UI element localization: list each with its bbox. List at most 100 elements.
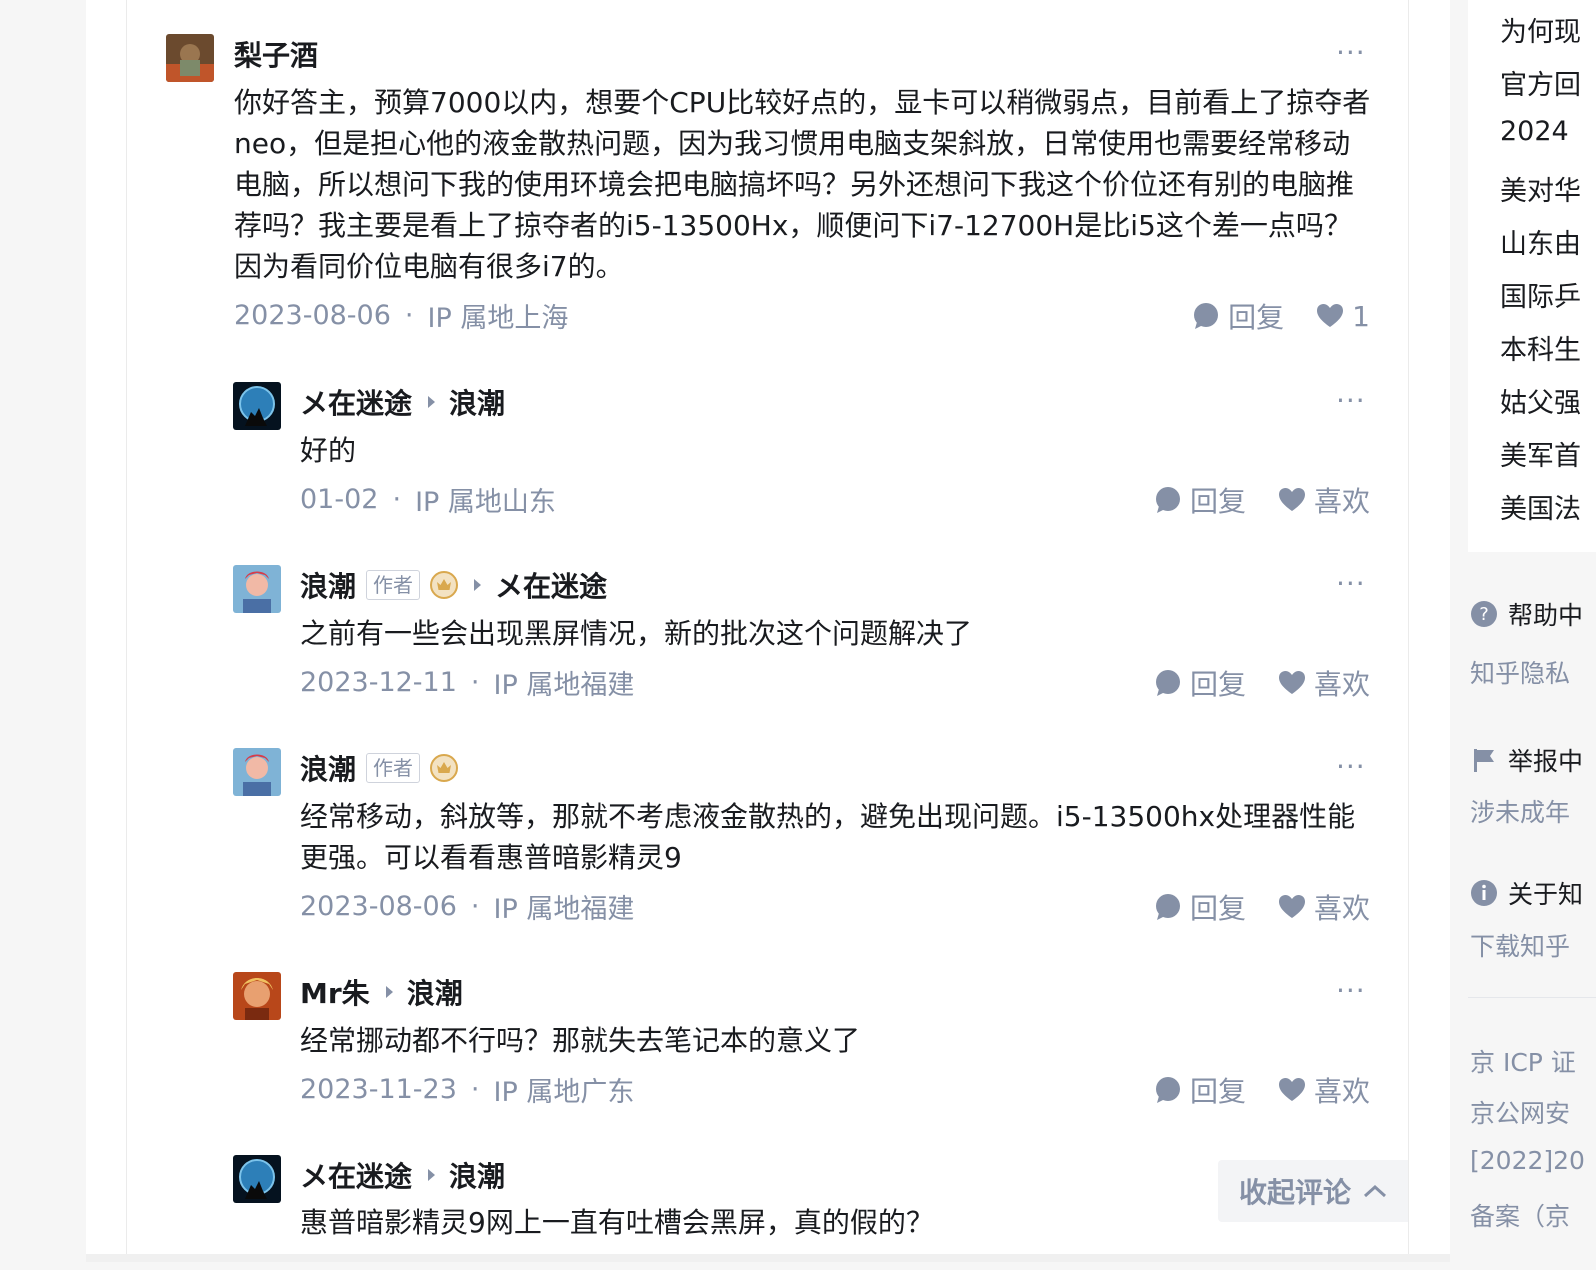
- heart-icon: [1278, 671, 1305, 694]
- heart-icon: [1278, 1078, 1305, 1101]
- filing-link[interactable]: 备案（京: [1470, 1197, 1570, 1233]
- heart-icon: [1317, 304, 1344, 327]
- flag-icon: [1474, 749, 1494, 772]
- public-security-link[interactable]: 京公网安: [1470, 1094, 1570, 1130]
- hot-list-item[interactable]: 国际乒: [1500, 275, 1581, 314]
- reply-header: メ在迷途 浪潮: [300, 1155, 505, 1195]
- comment-actions: 回复 1: [1192, 296, 1370, 336]
- reply-date: 2023-11-23: [300, 1074, 457, 1105]
- avatar[interactable]: [166, 34, 214, 82]
- reply-to-name[interactable]: 浪潮: [407, 972, 463, 1012]
- like-button[interactable]: 1: [1316, 300, 1370, 333]
- question-icon: ?: [1471, 601, 1497, 627]
- chevron-up-icon: [1363, 1184, 1387, 1198]
- ip-location: IP 属地山东: [415, 487, 556, 518]
- reply-to-name[interactable]: 浪潮: [449, 1155, 505, 1195]
- more-options-button[interactable]: ···: [1336, 36, 1366, 69]
- reply-header: 浪潮 作者 メ在迷途: [300, 565, 607, 605]
- reply-meta: 2023-11-23 · IP 属地广东: [300, 1070, 634, 1109]
- reply-to-name[interactable]: 浪潮: [449, 382, 505, 422]
- card-left-border: [126, 0, 127, 1262]
- reply-button[interactable]: 回复: [1154, 480, 1246, 520]
- reply-meta: 2023-12-11 · IP 属地福建: [300, 663, 634, 702]
- reply-arrow-icon: [428, 1169, 436, 1181]
- like-button[interactable]: 喜欢: [1278, 663, 1370, 703]
- collapse-label: 收起评论: [1238, 1176, 1351, 1209]
- author-name[interactable]: メ在迷途: [300, 382, 412, 422]
- heart-icon: [1278, 488, 1305, 511]
- reply-bubble-icon: [1155, 1077, 1180, 1103]
- reply-header: 浪潮 作者: [300, 748, 459, 788]
- author-name[interactable]: メ在迷途: [300, 1155, 412, 1195]
- reply-text: 之前有一些会出现黑屏情况，新的批次这个问题解决了: [300, 617, 973, 650]
- reply-bubble-icon: [1194, 303, 1219, 329]
- reply-arrow-icon: [474, 579, 482, 591]
- hot-list-item[interactable]: 2024: [1500, 116, 1569, 147]
- reply-label: 回复: [1189, 1075, 1246, 1108]
- minor-report-link[interactable]: 涉未成年: [1470, 793, 1570, 829]
- more-options-button[interactable]: ···: [1336, 384, 1366, 417]
- ip-location: IP 属地上海: [427, 303, 569, 334]
- reply-text: 经常挪动都不行吗？那就失去笔记本的意义了: [300, 1024, 861, 1057]
- icp-license-link[interactable]: 京 ICP 证: [1470, 1043, 1576, 1079]
- more-options-button[interactable]: ···: [1336, 567, 1366, 600]
- reply-to-name[interactable]: メ在迷途: [495, 565, 607, 605]
- author-badge: 作者: [366, 753, 421, 783]
- like-button[interactable]: 喜欢: [1278, 887, 1370, 927]
- svg-text:?: ?: [1479, 604, 1489, 625]
- like-button[interactable]: 喜欢: [1278, 1070, 1370, 1110]
- hot-list-item[interactable]: 本科生: [1500, 328, 1581, 367]
- help-center-link[interactable]: ? 帮助中: [1470, 596, 1583, 632]
- report-center-link[interactable]: 举报中: [1470, 742, 1583, 778]
- reply-bubble-icon: [1155, 487, 1180, 513]
- reply-date: 2023-12-11: [300, 667, 457, 698]
- avatar[interactable]: [233, 1155, 281, 1203]
- reply-arrow-icon: [428, 396, 436, 408]
- help-center-label: 帮助中: [1508, 601, 1584, 630]
- author-name[interactable]: 浪潮: [300, 565, 356, 605]
- reply-button[interactable]: 回复: [1154, 1070, 1246, 1110]
- hot-list-item[interactable]: 姑父强: [1500, 381, 1581, 420]
- avatar[interactable]: [233, 972, 281, 1020]
- reply-date: 01-02: [300, 484, 379, 515]
- reply-actions: 回复 喜欢: [1154, 663, 1370, 703]
- about-link[interactable]: 关于知: [1470, 875, 1583, 911]
- license-number-link[interactable]: [2022]20: [1470, 1146, 1585, 1175]
- author-name[interactable]: 浪潮: [300, 748, 356, 788]
- reply-bubble-icon: [1155, 894, 1180, 920]
- avatar[interactable]: [233, 748, 281, 796]
- ip-location: IP 属地福建: [493, 670, 635, 701]
- collapse-comments-button[interactable]: 收起评论: [1218, 1160, 1408, 1222]
- author-name[interactable]: Mr朱: [300, 972, 370, 1012]
- like-count: 1: [1352, 299, 1370, 333]
- reply-actions: 回复 喜欢: [1154, 480, 1370, 520]
- hot-list-item[interactable]: 美国法: [1500, 487, 1581, 526]
- hot-list-item[interactable]: 为何现: [1500, 10, 1581, 49]
- hot-list-item[interactable]: 美军首: [1500, 434, 1581, 473]
- hot-list-item[interactable]: 山东由: [1500, 222, 1581, 261]
- more-options-button[interactable]: ···: [1336, 974, 1366, 1007]
- meta-separator: ·: [392, 484, 402, 515]
- comment-text: 你好答主，预算7000以内，想要个CPU比较好点的，显卡可以稍微弱点，目前看上了…: [234, 86, 1371, 283]
- reply-button[interactable]: 回复: [1192, 296, 1284, 336]
- hot-list-item[interactable]: 美对华: [1500, 169, 1581, 208]
- reply-label: 回复: [1228, 301, 1285, 334]
- like-button[interactable]: 喜欢: [1278, 480, 1370, 520]
- hot-list-item[interactable]: 官方回: [1500, 63, 1581, 102]
- reply-header: メ在迷途 浪潮: [300, 382, 505, 422]
- footer-divider: [1468, 997, 1596, 998]
- info-icon: [1471, 880, 1497, 906]
- avatar[interactable]: [233, 565, 281, 613]
- meta-separator: ·: [404, 300, 414, 331]
- author-badge: 作者: [366, 570, 421, 600]
- more-options-button[interactable]: ···: [1336, 750, 1366, 783]
- reply-actions: 回复 喜欢: [1154, 1070, 1370, 1110]
- reply-button[interactable]: 回复: [1154, 663, 1246, 703]
- download-app-link[interactable]: 下载知乎: [1470, 927, 1570, 963]
- avatar[interactable]: [233, 382, 281, 430]
- reply-header: Mr朱 浪潮: [300, 972, 463, 1012]
- privacy-link[interactable]: 知乎隐私: [1470, 654, 1570, 690]
- reply-button[interactable]: 回复: [1154, 887, 1246, 927]
- like-label: 喜欢: [1313, 1075, 1370, 1108]
- author-name[interactable]: 梨子酒: [234, 34, 318, 74]
